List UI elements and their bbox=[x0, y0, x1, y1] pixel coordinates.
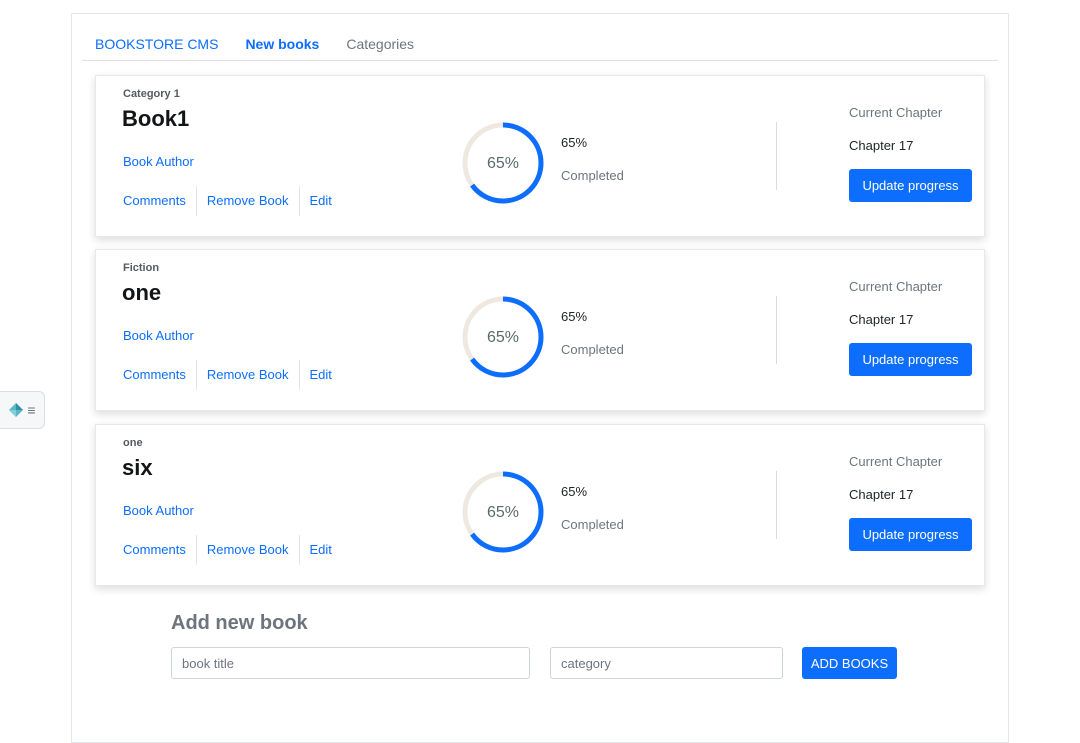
update-progress-button[interactable]: Update progress bbox=[849, 343, 972, 376]
comments-button[interactable]: Comments bbox=[123, 360, 196, 390]
book-title: Book1 bbox=[122, 106, 190, 131]
current-chapter-label: Current Chapter bbox=[849, 105, 943, 120]
progress-ring: 65% bbox=[462, 296, 544, 378]
add-book-form: Add new book ADD BOOKS bbox=[171, 612, 897, 679]
nav-link-categories[interactable]: Categories bbox=[346, 36, 414, 52]
current-chapter-value: Chapter 17 bbox=[849, 487, 914, 502]
remove-book-button[interactable]: Remove Book bbox=[195, 360, 299, 390]
comments-button[interactable]: Comments bbox=[123, 186, 196, 216]
progress-ring: 65% bbox=[462, 122, 544, 204]
edit-button[interactable]: Edit bbox=[298, 360, 342, 390]
progress-percent: 65% bbox=[561, 484, 588, 499]
edit-button[interactable]: Edit bbox=[298, 186, 342, 216]
top-navbar: BOOKSTORE CMS New books Categories bbox=[82, 14, 998, 61]
book-author-link[interactable]: Book Author bbox=[123, 154, 194, 169]
update-progress-button[interactable]: Update progress bbox=[849, 518, 972, 551]
book-title: six bbox=[122, 455, 153, 480]
category-input[interactable] bbox=[550, 647, 783, 679]
book-title-input[interactable] bbox=[171, 647, 530, 679]
card-divider bbox=[776, 296, 777, 364]
book-category: Fiction bbox=[123, 262, 160, 274]
book-author-link[interactable]: Book Author bbox=[123, 328, 194, 343]
book-actions: Comments Remove Book Edit bbox=[123, 360, 342, 390]
progress-ring-label: 65% bbox=[487, 504, 519, 521]
book-card: Fiction one Book Author Comments Remove … bbox=[95, 249, 985, 411]
current-chapter-label: Current Chapter bbox=[849, 279, 943, 294]
progress-completed-label: Completed bbox=[561, 342, 624, 357]
book-actions: Comments Remove Book Edit bbox=[123, 186, 342, 216]
current-chapter-value: Chapter 17 bbox=[849, 312, 914, 327]
add-books-button[interactable]: ADD BOOKS bbox=[802, 647, 897, 679]
progress-ring: 65% bbox=[462, 471, 544, 553]
card-divider bbox=[776, 471, 777, 539]
progress-percent: 65% bbox=[561, 135, 588, 150]
current-chapter-label: Current Chapter bbox=[849, 454, 943, 469]
progress-ring-label: 65% bbox=[487, 155, 519, 172]
card-divider bbox=[776, 122, 777, 190]
book-title: one bbox=[122, 280, 162, 305]
main-panel: BOOKSTORE CMS New books Categories Categ… bbox=[71, 13, 1009, 743]
book-category: one bbox=[123, 437, 143, 449]
progress-completed-label: Completed bbox=[561, 517, 624, 532]
book-author-link[interactable]: Book Author bbox=[123, 503, 194, 518]
book-category: Category 1 bbox=[123, 88, 180, 100]
update-progress-button[interactable]: Update progress bbox=[849, 169, 972, 202]
nav-brand[interactable]: BOOKSTORE CMS bbox=[95, 36, 218, 52]
book-actions: Comments Remove Book Edit bbox=[123, 535, 342, 565]
book-card: one six Book Author Comments Remove Book… bbox=[95, 424, 985, 586]
remove-book-button[interactable]: Remove Book bbox=[195, 535, 299, 565]
add-book-heading: Add new book bbox=[171, 612, 308, 634]
diamond-icon bbox=[9, 403, 24, 417]
remove-book-button[interactable]: Remove Book bbox=[195, 186, 299, 216]
progress-completed-label: Completed bbox=[561, 168, 624, 183]
current-chapter-value: Chapter 17 bbox=[849, 138, 914, 153]
progress-ring-label: 65% bbox=[487, 329, 519, 346]
edit-button[interactable]: Edit bbox=[298, 535, 342, 565]
floating-widget[interactable]: ≡ bbox=[0, 391, 45, 429]
progress-percent: 65% bbox=[561, 309, 588, 324]
nav-link-new-books[interactable]: New books bbox=[245, 36, 319, 52]
menu-lines-icon: ≡ bbox=[27, 402, 36, 418]
book-card: Category 1 Book1 Book Author Comments Re… bbox=[95, 75, 985, 237]
comments-button[interactable]: Comments bbox=[123, 535, 196, 565]
